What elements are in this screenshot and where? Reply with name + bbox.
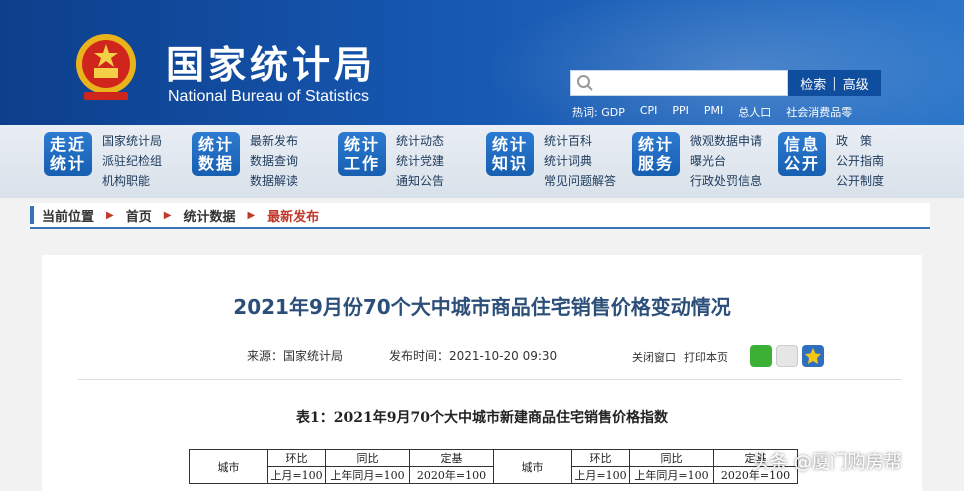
nav-link[interactable]: 统计党建 — [396, 151, 444, 171]
hotword[interactable]: CPI — [640, 104, 658, 120]
nav-group-work: 统计 工作 统计动态 统计党建 通知公告 — [338, 131, 444, 191]
share-bar — [750, 345, 828, 367]
breadcrumb-arrow-icon: ▶ — [247, 209, 256, 221]
nav-link[interactable]: 统计词典 — [544, 151, 616, 171]
search-buttons: 检索 | 高级 — [788, 70, 881, 96]
nav-link[interactable]: 派驻纪检组 — [102, 151, 162, 171]
breadcrumb-arrow-icon: ▶ — [106, 209, 114, 221]
print-button[interactable]: 打印本页 — [684, 349, 728, 365]
article-source: 来源：国家统计局 — [247, 349, 344, 363]
nav-group-disclosure: 信息 公开 政 策 公开指南 公开制度 — [778, 131, 884, 191]
site-header: 国家统计局 National Bureau of Statistics 检索 |… — [0, 0, 964, 125]
breadcrumb-arrow-icon: ▶ — [163, 209, 172, 221]
breadcrumb-current[interactable]: 最新发布 — [267, 206, 319, 225]
nav-link[interactable]: 公开指南 — [836, 151, 884, 171]
nav-link[interactable]: 数据解读 — [250, 171, 298, 191]
article-tools: 关闭窗口 打印本页 — [632, 349, 736, 365]
price-index-table: 城市 环比 同比 定基 城市 环比 同比 定基 上月=100 上年同月=100 … — [189, 449, 798, 484]
nav-link[interactable]: 机构职能 — [102, 171, 162, 191]
site-title[interactable]: 国家统计局 — [166, 34, 376, 89]
advanced-search-button[interactable]: 高级 — [837, 74, 875, 93]
search-icon — [577, 75, 593, 91]
nav-link[interactable]: 统计动态 — [396, 131, 444, 151]
nav-group-data: 统计 数据 最新发布 数据查询 数据解读 — [192, 131, 298, 191]
search-input[interactable] — [570, 70, 788, 96]
table-header: 环比 — [571, 449, 630, 467]
close-window-button[interactable]: 关闭窗口 — [632, 349, 676, 365]
hotword[interactable]: 总人口 — [738, 104, 771, 120]
nav-link[interactable]: 行政处罚信息 — [690, 171, 762, 191]
hotwords: 热词: GDP CPI PPI PMI 总人口 社会消费品零 — [572, 104, 867, 120]
weibo-share-icon[interactable] — [776, 345, 798, 367]
table-header: 同比 — [629, 449, 714, 467]
nav-link[interactable]: 曝光台 — [690, 151, 762, 171]
national-emblem-icon[interactable] — [70, 30, 142, 106]
nav-link[interactable]: 国家统计局 — [102, 131, 162, 151]
search-separator: | — [832, 75, 837, 91]
nav-badge[interactable]: 统计 数据 — [192, 132, 240, 176]
nav-link[interactable]: 政 策 — [836, 131, 884, 151]
favorite-star-icon[interactable] — [802, 345, 824, 367]
article-meta: 来源：国家统计局 发布时间：2021-10-20 09:30 — [247, 347, 603, 364]
table-header-city: 城市 — [189, 449, 268, 484]
nav-badge[interactable]: 统计 服务 — [632, 132, 680, 176]
breadcrumb-stats-data[interactable]: 统计数据 — [183, 206, 235, 225]
nav-group-about: 走近 统计 国家统计局 派驻纪检组 机构职能 — [44, 131, 162, 191]
breadcrumb-bar — [30, 206, 34, 224]
nav-link[interactable]: 统计百科 — [544, 131, 616, 151]
table-subheader: 上月=100 — [571, 466, 630, 484]
table-subheader: 上月=100 — [267, 466, 326, 484]
site-subtitle: National Bureau of Statistics — [168, 88, 369, 105]
nav-badge[interactable]: 走近 统计 — [44, 132, 92, 176]
search-button[interactable]: 检索 — [794, 74, 832, 93]
table-subheader: 上年同月=100 — [629, 466, 714, 484]
nav-link[interactable]: 通知公告 — [396, 171, 444, 191]
table-header: 同比 — [325, 449, 410, 467]
hotword[interactable]: PMI — [704, 104, 723, 120]
divider — [78, 379, 902, 380]
table-title: 表1：2021年9月70个大中城市新建商品住宅销售价格指数 — [296, 410, 668, 426]
main-nav: 走近 统计 国家统计局 派驻纪检组 机构职能 统计 数据 最新发布 数据查询 数据解… — [0, 125, 964, 198]
nav-link[interactable]: 数据查询 — [250, 151, 298, 171]
table-header-city: 城市 — [493, 449, 572, 484]
nav-badge[interactable]: 统计 知识 — [486, 132, 534, 176]
wechat-share-icon[interactable] — [750, 345, 772, 367]
breadcrumb-home[interactable]: 首页 — [126, 206, 152, 225]
article-date: 发布时间：2021-10-20 09:30 — [389, 349, 558, 363]
table-header: 定基 — [409, 449, 494, 467]
article-title: 2021年9月份70个大中城市商品住宅销售价格变动情况 — [233, 295, 731, 319]
nav-link[interactable]: 微观数据申请 — [690, 131, 762, 151]
table-subheader: 2020年=100 — [409, 466, 494, 484]
table-subheader: 上年同月=100 — [325, 466, 410, 484]
table-header: 环比 — [267, 449, 326, 467]
hotword[interactable]: 热词: GDP — [572, 104, 625, 120]
nav-link[interactable]: 公开制度 — [836, 171, 884, 191]
nav-group-knowledge: 统计 知识 统计百科 统计词典 常见问题解答 — [486, 131, 616, 191]
nav-link[interactable]: 常见问题解答 — [544, 171, 616, 191]
watermark: 头条 @厦门购房帮 — [752, 452, 902, 473]
nav-link[interactable]: 最新发布 — [250, 131, 298, 151]
breadcrumb-label: 当前位置 — [42, 209, 95, 225]
nav-group-service: 统计 服务 微观数据申请 曝光台 行政处罚信息 — [632, 131, 762, 191]
nav-badge[interactable]: 信息 公开 — [778, 132, 826, 176]
breadcrumb: 当前位置 ▶ 首页 ▶ 统计数据 ▶ 最新发布 — [30, 203, 930, 229]
hotword[interactable]: PPI — [672, 104, 689, 120]
nav-badge[interactable]: 统计 工作 — [338, 132, 386, 176]
hotword[interactable]: 社会消费品零 — [786, 104, 852, 120]
